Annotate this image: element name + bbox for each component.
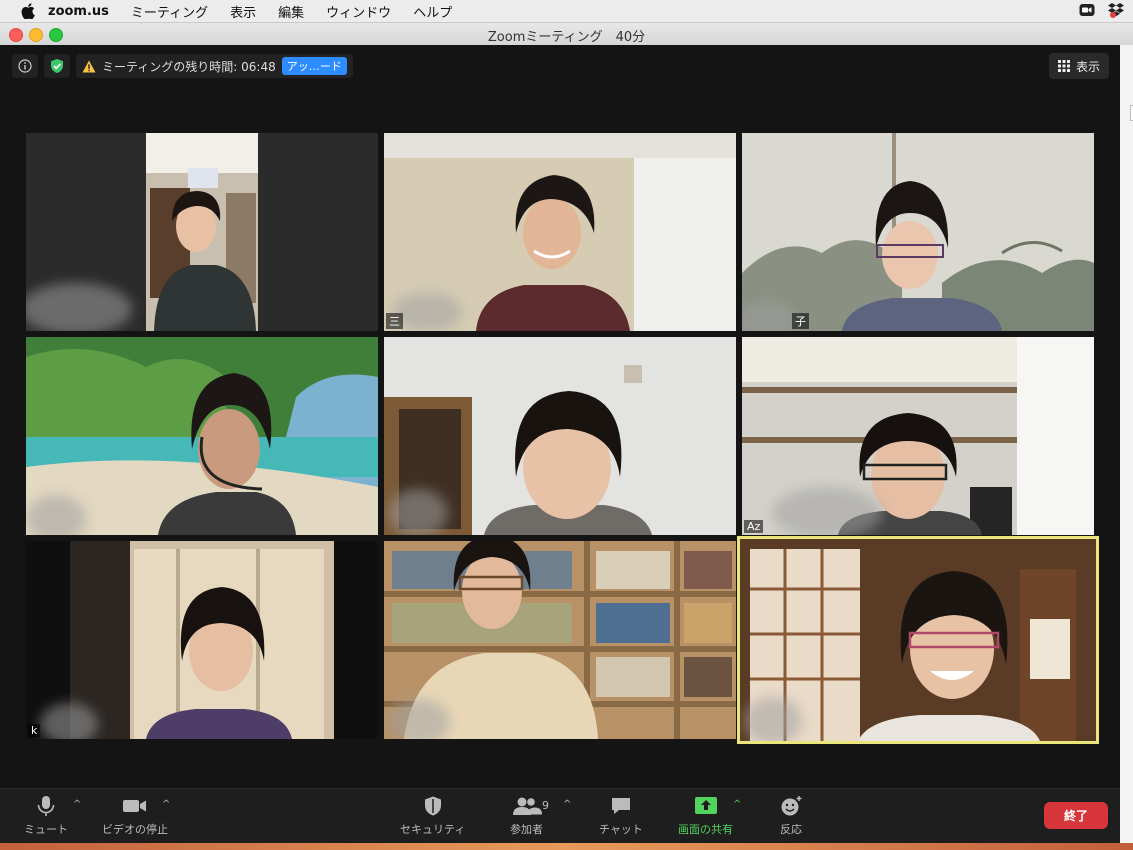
- participant-name: Az: [744, 520, 764, 533]
- share-screen-label: 画面の共有: [678, 823, 733, 836]
- video-tile[interactable]: 子: [742, 133, 1094, 331]
- chat-label: チャット: [599, 823, 643, 836]
- participant-name: k: [28, 724, 41, 737]
- encryption-shield-button[interactable]: [44, 54, 70, 78]
- menu-view[interactable]: 表示: [230, 2, 256, 21]
- reactions-button[interactable]: 反応: [779, 795, 803, 837]
- menu-window[interactable]: ウィンドウ: [326, 2, 391, 21]
- participant-name: 三: [386, 313, 403, 329]
- participant-name: 子: [792, 313, 809, 329]
- dropbox-icon[interactable]: [1107, 2, 1125, 22]
- participants-label: 参加者: [510, 823, 543, 836]
- menu-bar: zoom.us ミーティング 表示 編集 ウィンドウ ヘルプ: [0, 0, 1133, 23]
- upgrade-button[interactable]: アッ…ード: [281, 57, 347, 75]
- menu-meeting[interactable]: ミーティング: [131, 2, 208, 21]
- menu-app[interactable]: zoom.us: [48, 4, 109, 19]
- video-camera-icon: [123, 800, 146, 812]
- shield-icon: [424, 796, 441, 816]
- video-tile[interactable]: [26, 133, 378, 331]
- window-title: Zoomミーティング 40分: [487, 30, 646, 45]
- participants-button[interactable]: 参加者: [510, 795, 543, 837]
- video-tile[interactable]: 三: [384, 133, 736, 331]
- grid-icon: [1057, 60, 1070, 72]
- microphone-icon: [37, 796, 55, 816]
- security-label: セキュリティ: [400, 823, 466, 836]
- apple-icon[interactable]: [18, 1, 38, 21]
- meeting-info-bar: ミーティングの残り時間: 06:48 アッ…ード: [12, 54, 353, 78]
- menu-help[interactable]: ヘルプ: [413, 2, 452, 21]
- security-button[interactable]: セキュリティ: [400, 795, 465, 837]
- window-title-bar: Zoomミーティング 40分: [0, 23, 1133, 46]
- view-label: 表示: [1075, 59, 1100, 74]
- video-tile-active-speaker[interactable]: [737, 536, 1099, 744]
- reactions-label: 反応: [780, 823, 802, 836]
- stop-video-label: ビデオの停止: [102, 823, 168, 836]
- meeting-info-button[interactable]: [12, 54, 38, 78]
- participants-icon: [512, 797, 542, 815]
- video-tile[interactable]: [384, 541, 736, 739]
- end-meeting-button[interactable]: 終了: [1044, 802, 1108, 829]
- video-tile[interactable]: k: [26, 541, 378, 739]
- warning-icon: [82, 60, 96, 72]
- video-tile[interactable]: [26, 337, 378, 535]
- video-tile[interactable]: [384, 337, 736, 535]
- mute-button[interactable]: ミュート: [24, 795, 68, 837]
- share-options-caret-icon[interactable]: ^: [733, 799, 741, 810]
- stop-video-button[interactable]: ビデオの停止: [102, 795, 168, 837]
- participant-video: [742, 133, 1094, 331]
- participants-options-caret-icon[interactable]: ^: [563, 799, 571, 810]
- chat-bubble-icon: [611, 798, 630, 814]
- background-window-edge: [1120, 45, 1133, 843]
- menu-edit[interactable]: 編集: [278, 2, 304, 21]
- video-tile[interactable]: Az: [742, 337, 1094, 535]
- participants-count: 9: [542, 799, 549, 812]
- audio-options-caret-icon[interactable]: ^: [73, 799, 81, 810]
- video-options-caret-icon[interactable]: ^: [162, 799, 170, 810]
- emoji-reaction-icon: [781, 796, 802, 816]
- meeting-area: ミーティングの残り時間: 06:48 アッ…ード 表示 三 子 Az k: [0, 45, 1120, 788]
- desktop-dock-edge: [0, 843, 1133, 850]
- view-toggle-button[interactable]: 表示: [1048, 53, 1109, 79]
- time-limit-notice: ミーティングの残り時間: 06:48 アッ…ード: [76, 54, 353, 78]
- share-screen-icon: [694, 797, 717, 814]
- chat-button[interactable]: チャット: [599, 795, 643, 837]
- zoom-status-icon[interactable]: [1079, 3, 1095, 21]
- share-screen-button[interactable]: 画面の共有: [678, 795, 733, 837]
- meeting-controls: ミュート ^ ビデオの停止 ^ セキュリティ 参加者 9 ^ チャット 画面の共…: [0, 788, 1120, 844]
- time-remaining-text: ミーティングの残り時間: 06:48: [102, 59, 276, 74]
- mute-label: ミュート: [24, 823, 68, 836]
